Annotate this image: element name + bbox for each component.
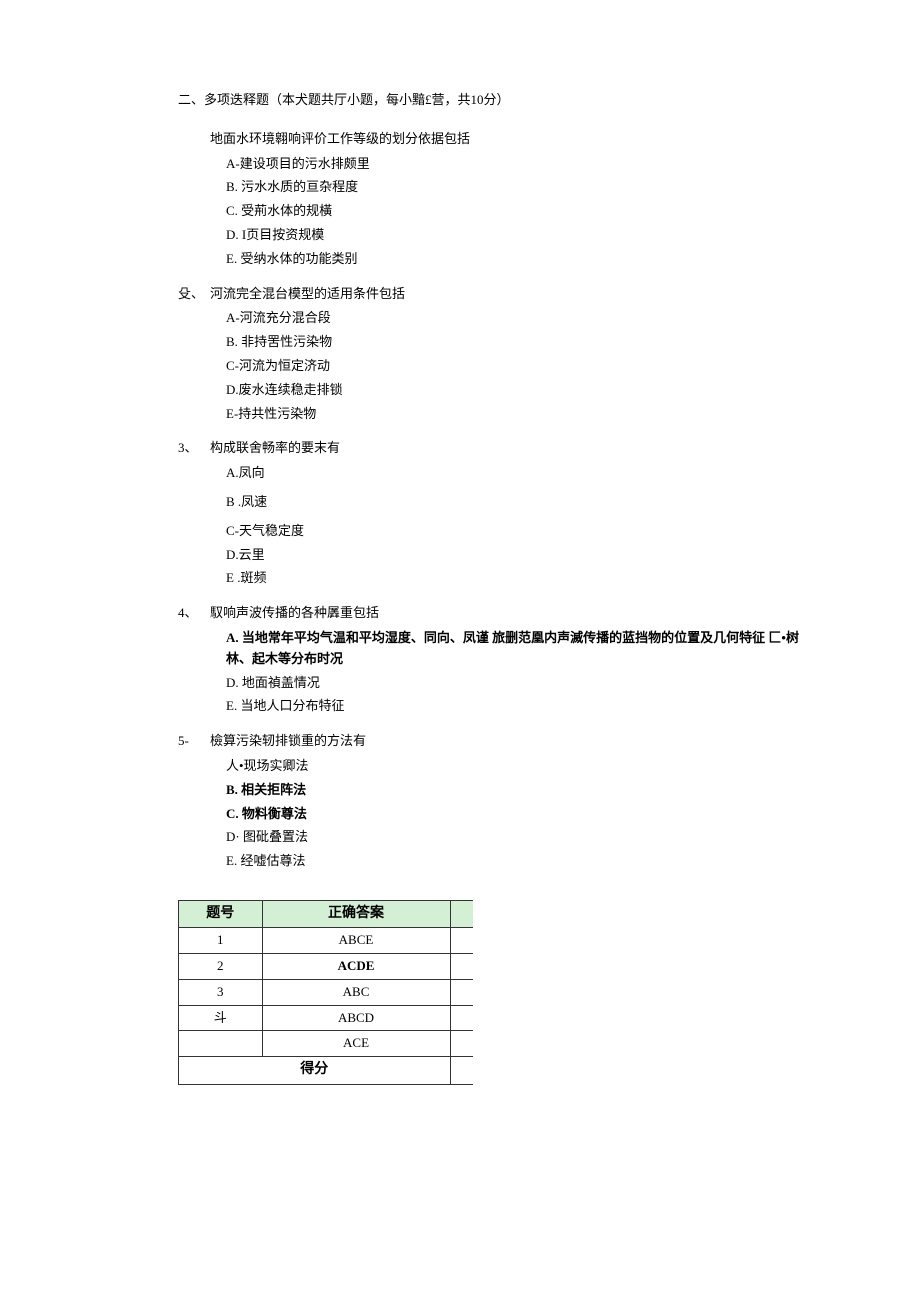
option: C-河流为恒定济动 <box>226 356 820 377</box>
option: E .斑频 <box>226 568 820 589</box>
options: A-建设项目的污水排颇里B. 污水水质的亘杂程度 C. 受荊水体的规橫 D. I页目… <box>178 154 820 270</box>
option: C. 物料衡尊法 <box>226 804 820 825</box>
row-answer: ABCE <box>262 928 450 954</box>
question-number: 殳、 <box>178 284 210 305</box>
row-answer: ABCD <box>262 1005 450 1031</box>
row-tail <box>450 954 473 980</box>
option: B. 非持罟性污染物 <box>226 332 820 353</box>
option: A-河流充分混合段 <box>226 308 820 329</box>
option: C. 受荊水体的规橫 <box>226 201 820 222</box>
option: D.云里 <box>226 545 820 566</box>
option: E. 经嘘估尊法 <box>226 851 820 872</box>
table-row: 2ACDE <box>179 954 474 980</box>
row-num <box>179 1031 263 1057</box>
table-header-row: 题号 正确答案 <box>179 900 474 927</box>
option: E. 当地人口分布特征 <box>226 696 820 717</box>
question: 5-檢算污染轫排锁重的方法有人•现场实卿法 B. 相关拒阵法 C. 物料衡尊法D· … <box>178 731 820 872</box>
options: A.凤向 B .凤速 C-天气稳定度 D.云里E .斑频 <box>178 463 820 589</box>
row-tail <box>450 1005 473 1031</box>
question-stem: 馭响声波传播的各种羼重包括 <box>210 603 379 624</box>
question: 4、馭响声波传播的各种羼重包括 A. 当地常年平均气温和平均湿度、同向、凤谨 旅删… <box>178 603 820 717</box>
table-row: 斗ABCD <box>179 1005 474 1031</box>
option: D.废水连续稳走排锁 <box>226 380 820 401</box>
row-tail <box>450 979 473 1005</box>
option: D· 图砒叠置法 <box>226 827 820 848</box>
row-num: 2 <box>179 954 263 980</box>
question-stem-line: 殳、河流完全混台模型的适用条件包括 <box>178 284 820 305</box>
table-row: 1ABCE <box>179 928 474 954</box>
score-tail <box>450 1057 473 1084</box>
option: B. 污水水质的亘杂程度 <box>226 177 820 198</box>
option: 人•现场实卿法 <box>226 756 820 777</box>
questions-container: 地面水环境翱响评价工作等级的划分依据包括 A-建设项目的污水排颇里B. 污水水质的… <box>178 129 820 872</box>
question-stem-line: 地面水环境翱响评价工作等级的划分依据包括 <box>178 129 820 150</box>
question: 殳、河流完全混台模型的适用条件包括 A-河流充分混合段 B. 非持罟性污染物 C-河流… <box>178 284 820 425</box>
question-stem: 构成联舍畅率的要末有 <box>210 438 340 459</box>
options: A-河流充分混合段 B. 非持罟性污染物 C-河流为恒定济动 D.废水连续稳走排锁 E-… <box>178 308 820 424</box>
question-number: 5- <box>178 731 210 752</box>
option: C-天气稳定度 <box>226 521 820 542</box>
row-answer: ACDE <box>262 954 450 980</box>
question-stem: 檢算污染轫排锁重的方法有 <box>210 731 366 752</box>
options: 人•现场实卿法 B. 相关拒阵法 C. 物料衡尊法D· 图砒叠置法 E. 经嘘估尊法 <box>178 756 820 872</box>
row-answer: ABC <box>262 979 450 1005</box>
row-num: 斗 <box>179 1005 263 1031</box>
row-answer: ACE <box>262 1031 450 1057</box>
option: B .凤速 <box>226 492 820 513</box>
option: B. 相关拒阵法 <box>226 780 820 801</box>
table-row: ACE <box>179 1031 474 1057</box>
option: A. 当地常年平均气温和平均湿度、同向、凤谨 旅删范凰内声滅传播的蓝挡物的位置及… <box>226 628 820 670</box>
score-label: 得分 <box>179 1057 451 1084</box>
table-row: 3ABC <box>179 979 474 1005</box>
question: 3、构成联舍畅率的要末有 A.凤向 B .凤速 C-天气稳定度 D.云里E .斑频 <box>178 438 820 589</box>
header-tail <box>450 900 473 927</box>
header-num: 题号 <box>179 900 263 927</box>
question-number: 4、 <box>178 603 210 624</box>
option: A-建设项目的污水排颇里 <box>226 154 820 175</box>
options: A. 当地常年平均气温和平均湿度、同向、凤谨 旅删范凰内声滅传播的蓝挡物的位置及… <box>178 628 820 717</box>
row-num: 1 <box>179 928 263 954</box>
question: 地面水环境翱响评价工作等级的划分依据包括 A-建设项目的污水排颇里B. 污水水质的… <box>178 129 820 270</box>
header-ans: 正确答案 <box>262 900 450 927</box>
option: E-持共性污染物 <box>226 404 820 425</box>
option: A.凤向 <box>226 463 820 484</box>
question-number: 3、 <box>178 438 210 459</box>
answer-table: 题号 正确答案 1ABCE2ACDE3ABC斗ABCDACE 得分 <box>178 900 473 1085</box>
option: E. 受纳水体的功能类别 <box>226 249 820 270</box>
question-stem-line: 5-檢算污染轫排锁重的方法有 <box>178 731 820 752</box>
option: D. I页目按资规模 <box>226 225 820 246</box>
option: D. 地面禎盖情况 <box>226 673 820 694</box>
score-row: 得分 <box>179 1057 474 1084</box>
question-stem-line: 3、构成联舍畅率的要末有 <box>178 438 820 459</box>
question-stem-line: 4、馭响声波传播的各种羼重包括 <box>178 603 820 624</box>
row-tail <box>450 928 473 954</box>
question-stem: 河流完全混台模型的适用条件包括 <box>210 284 405 305</box>
row-tail <box>450 1031 473 1057</box>
section-title: 二、多项迭释题（本犬题共厅小题，每小黯£营，共10分） <box>178 90 820 111</box>
row-num: 3 <box>179 979 263 1005</box>
